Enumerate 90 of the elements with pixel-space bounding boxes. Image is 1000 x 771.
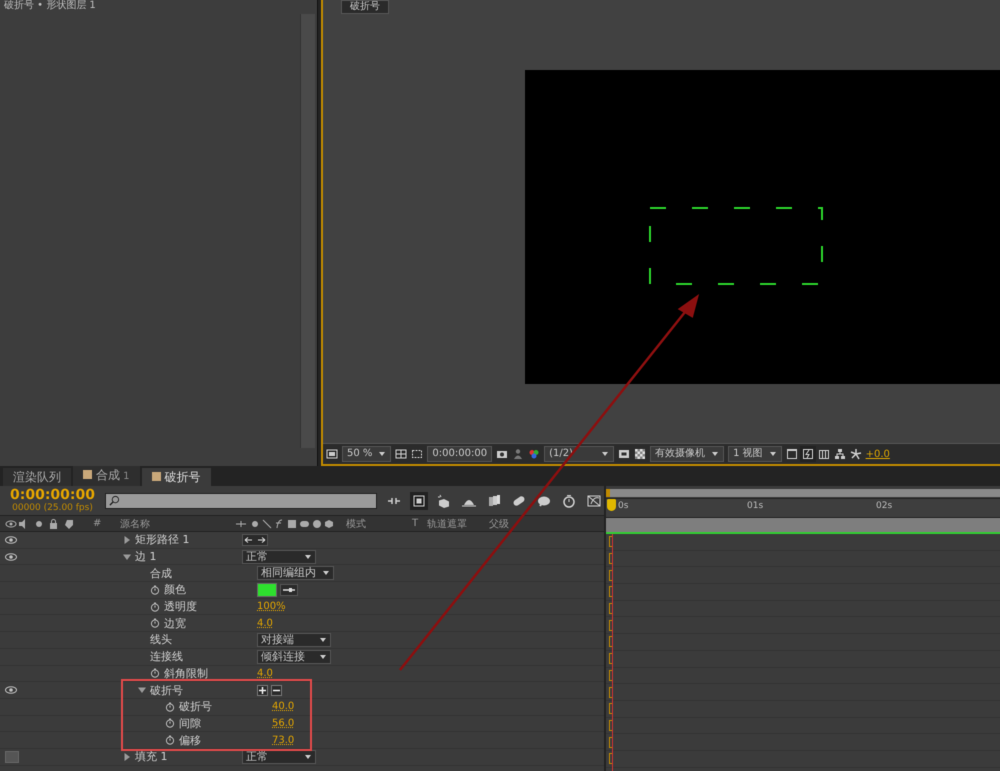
stopwatch-icon[interactable] bbox=[165, 735, 175, 746]
time-field[interactable]: 0:00:00:00 bbox=[427, 446, 492, 462]
property-value[interactable]: 40.0 bbox=[272, 701, 294, 712]
stopwatch-icon[interactable] bbox=[165, 718, 175, 728]
layout-icon[interactable] bbox=[786, 448, 798, 460]
property-name[interactable]: 间隙 bbox=[179, 716, 201, 731]
graph-editor-icon[interactable] bbox=[586, 494, 601, 508]
mask-icon[interactable] bbox=[411, 448, 424, 460]
property-dropdown[interactable]: 正常 bbox=[242, 550, 316, 564]
exposure-icon[interactable] bbox=[850, 448, 862, 460]
caret-icon bbox=[768, 450, 777, 458]
stopwatch-icon[interactable] bbox=[150, 668, 160, 678]
eye-icon[interactable] bbox=[5, 686, 17, 694]
caret-icon bbox=[304, 752, 312, 761]
views-dropdown[interactable]: 1 视图 bbox=[728, 446, 782, 462]
channels-icon[interactable] bbox=[528, 448, 540, 460]
checkerboard-icon[interactable] bbox=[634, 448, 646, 460]
stopwatch-icon[interactable] bbox=[150, 584, 160, 595]
timeline-tab[interactable]: 渲染队列 bbox=[3, 468, 71, 486]
disclosure-triangle-icon[interactable] bbox=[138, 686, 146, 694]
fast-preview-icon[interactable] bbox=[802, 448, 814, 460]
disclosure-triangle-icon[interactable] bbox=[123, 552, 131, 561]
column-header: 父级 bbox=[489, 518, 509, 530]
caret-icon bbox=[601, 450, 610, 458]
stopwatch-icon[interactable] bbox=[562, 494, 576, 508]
playhead-icon[interactable] bbox=[607, 499, 616, 511]
stopwatch-icon[interactable] bbox=[150, 618, 160, 628]
column-header: 源名称 bbox=[120, 518, 150, 530]
property-name[interactable]: 偏移 bbox=[179, 732, 201, 748]
column-header: T bbox=[412, 518, 418, 529]
property-name[interactable]: 破折号 bbox=[150, 682, 183, 698]
ruler-label: 01s bbox=[747, 501, 764, 511]
search-field[interactable] bbox=[104, 492, 377, 508]
property-name[interactable]: 透明度 bbox=[164, 599, 197, 614]
caret-icon bbox=[711, 450, 720, 458]
property-name[interactable]: 破折号 bbox=[179, 699, 212, 714]
property-value[interactable]: 73.0 bbox=[272, 734, 294, 746]
property-name[interactable]: 颜色 bbox=[164, 582, 186, 598]
region-icon[interactable] bbox=[326, 448, 338, 460]
timeline-tab[interactable]: 破折号 bbox=[142, 468, 211, 486]
frame-blend-icon[interactable] bbox=[486, 494, 501, 508]
add-icon[interactable] bbox=[257, 684, 268, 696]
visibility-toggle[interactable] bbox=[5, 750, 19, 763]
search-icon bbox=[108, 495, 120, 506]
disclosure-triangle-icon[interactable] bbox=[123, 536, 131, 544]
timeline-tab[interactable]: 合成 1 bbox=[73, 466, 140, 486]
property-name[interactable]: 矩形路径 1 bbox=[135, 532, 190, 548]
cube-icon[interactable] bbox=[436, 494, 451, 508]
property-dropdown[interactable]: 对接端 bbox=[257, 632, 331, 647]
column-header: 模式 bbox=[346, 518, 366, 530]
panel-title: 破折号 • 形状图层 1 bbox=[4, 0, 96, 12]
column-header: # bbox=[93, 518, 102, 529]
property-dropdown[interactable]: 倾斜连接 bbox=[257, 650, 331, 664]
stopwatch-icon[interactable] bbox=[150, 602, 160, 612]
caret-icon bbox=[304, 552, 312, 561]
property-value[interactable]: 4.0 bbox=[257, 668, 273, 679]
ruler-label: 02s bbox=[876, 501, 892, 511]
eye-icon[interactable] bbox=[5, 552, 17, 561]
ruler-label: 0s bbox=[618, 501, 628, 511]
time-ruler[interactable]: 0s 01s 02s bbox=[606, 498, 1000, 518]
caret-icon bbox=[378, 450, 386, 458]
color-swatch[interactable] bbox=[257, 582, 277, 597]
flowchart-icon[interactable] bbox=[834, 448, 846, 460]
av-switches-icon bbox=[5, 518, 75, 528]
property-value[interactable]: 100% bbox=[257, 601, 286, 612]
property-name[interactable]: 边宽 bbox=[164, 616, 186, 631]
stopwatch-icon[interactable] bbox=[165, 702, 175, 712]
grid-icon[interactable] bbox=[395, 448, 408, 460]
property-value[interactable]: 56.0 bbox=[272, 718, 294, 729]
eye-icon[interactable] bbox=[5, 536, 17, 544]
property-name[interactable]: 合成 bbox=[150, 566, 172, 581]
zoom-dropdown[interactable]: 50 % bbox=[342, 446, 392, 462]
camera-icon[interactable] bbox=[496, 448, 508, 460]
property-value[interactable]: 4.0 bbox=[257, 618, 273, 629]
camera-dropdown[interactable]: 有效摄像机 bbox=[650, 446, 724, 462]
property-dropdown[interactable]: 相同编组内 bbox=[257, 566, 334, 580]
disclosure-triangle-icon[interactable] bbox=[123, 752, 131, 761]
property-name[interactable]: 线头 bbox=[150, 632, 172, 648]
current-time[interactable]: 0:00:00:00 bbox=[10, 488, 95, 503]
property-name[interactable]: 填充 1 bbox=[135, 749, 168, 764]
property-name[interactable]: 边 1 bbox=[135, 549, 156, 564]
remove-icon[interactable] bbox=[271, 684, 282, 696]
composition-tab[interactable]: 破折号 bbox=[341, 0, 389, 14]
caret-icon bbox=[322, 569, 330, 578]
property-name[interactable]: 斜角限制 bbox=[164, 666, 208, 681]
property-name[interactable]: 连接线 bbox=[150, 649, 183, 664]
exposure-value[interactable]: +0.0 bbox=[866, 448, 890, 460]
timeline-icon[interactable] bbox=[818, 448, 830, 460]
column-header: 轨道遮罩 bbox=[427, 518, 467, 530]
frame-info: 00000 (25.00 fps) bbox=[12, 503, 93, 513]
